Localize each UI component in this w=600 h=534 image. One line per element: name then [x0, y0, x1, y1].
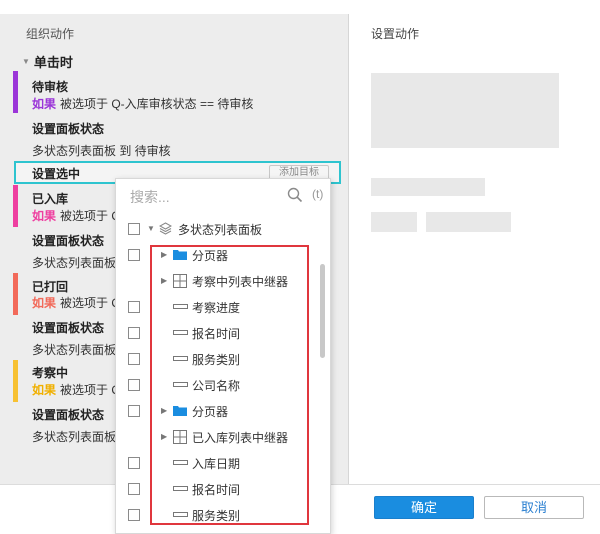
- dropdown-scrollbar[interactable]: [320, 264, 325, 358]
- set-selected-label: 设置选中: [32, 167, 81, 181]
- action-detail[interactable]: 多状态列表面板: [32, 341, 116, 358]
- set-action-header: 设置动作: [371, 27, 420, 41]
- action-detail[interactable]: 多状态列表面板: [32, 428, 116, 445]
- checkbox[interactable]: [128, 379, 140, 391]
- trigger-on-click[interactable]: ▼ 单击时: [22, 52, 73, 71]
- checkbox[interactable]: [128, 327, 140, 339]
- checkbox[interactable]: [128, 223, 140, 235]
- case-title[interactable]: 已入库: [32, 190, 68, 207]
- action-title[interactable]: 设置面板状态: [32, 319, 104, 336]
- tree-label: 多状态列表面板: [178, 223, 263, 237]
- if-keyword: 如果: [32, 383, 57, 397]
- checkbox[interactable]: [128, 509, 140, 521]
- placeholder-block: [371, 212, 417, 232]
- trigger-label: 单击时: [33, 55, 73, 70]
- if-keyword: 如果: [32, 209, 57, 223]
- search-icon[interactable]: [287, 187, 303, 203]
- if-keyword: 如果: [32, 296, 57, 310]
- action-title[interactable]: 设置面板状态: [32, 232, 104, 249]
- organize-actions-header: 组织动作: [26, 27, 75, 41]
- expand-triangle-icon[interactable]: ▼: [22, 57, 30, 66]
- case-condition[interactable]: 如果 被选项于 Q: [32, 207, 121, 224]
- case-color-bar: [13, 71, 18, 113]
- condition-text: 被选项于 Q: [60, 383, 121, 397]
- action-detail[interactable]: 多状态列表面板 到 待审核: [32, 142, 171, 159]
- placeholder-block: [426, 212, 511, 232]
- checkbox[interactable]: [128, 483, 140, 495]
- case-color-bar: [13, 185, 18, 227]
- placeholder-block: [371, 73, 559, 148]
- filter-toggle[interactable]: (t): [312, 187, 323, 201]
- placeholder-block: [371, 178, 485, 196]
- case-title[interactable]: 待审核: [32, 78, 68, 95]
- case-title[interactable]: 考察中: [32, 364, 68, 381]
- search-input[interactable]: 搜索...: [130, 187, 170, 207]
- highlight-annotation-box: [150, 245, 309, 525]
- cancel-button[interactable]: 取消: [484, 496, 584, 519]
- case-condition[interactable]: 如果 被选项于 Q: [32, 294, 121, 311]
- case-title[interactable]: 已打回: [32, 278, 68, 295]
- layers-icon: [159, 222, 172, 235]
- condition-text: 被选项于 Q: [60, 296, 121, 310]
- action-title[interactable]: 设置面板状态: [32, 120, 104, 137]
- if-keyword: 如果: [32, 97, 57, 111]
- case-condition[interactable]: 如果 被选项于 Q: [32, 381, 121, 398]
- chevron-down-icon[interactable]: ▼: [147, 224, 155, 233]
- condition-text: 被选项于 Q: [60, 209, 121, 223]
- checkbox[interactable]: [128, 301, 140, 313]
- action-detail[interactable]: 多状态列表面板: [32, 254, 116, 271]
- checkbox[interactable]: [128, 353, 140, 365]
- checkbox[interactable]: [128, 249, 140, 261]
- case-color-bar: [13, 273, 18, 315]
- checkbox[interactable]: [128, 457, 140, 469]
- tree-row-root[interactable]: ▼ 多状态列表面板: [116, 216, 330, 242]
- case-condition[interactable]: 如果 被选项于 Q-入库审核状态 == 待审核: [32, 95, 253, 112]
- case-color-bar: [13, 360, 18, 402]
- checkbox[interactable]: [128, 405, 140, 417]
- action-title[interactable]: 设置面板状态: [32, 406, 104, 423]
- confirm-button[interactable]: 确定: [374, 496, 474, 519]
- condition-text: 被选项于 Q-入库审核状态 == 待审核: [60, 97, 254, 111]
- search-bar[interactable]: 搜索... (t): [116, 179, 330, 213]
